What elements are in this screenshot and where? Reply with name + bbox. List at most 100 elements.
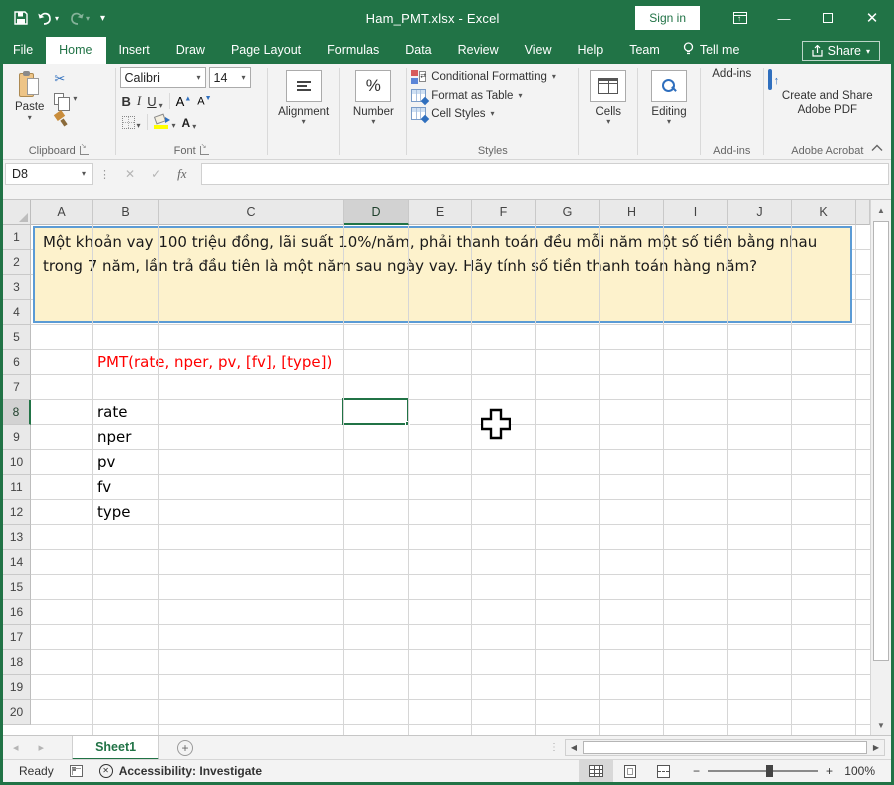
sign-in-button[interactable]: Sign in <box>635 6 700 30</box>
scroll-up-icon[interactable]: ▲ <box>871 200 891 220</box>
alignment-button[interactable] <box>286 70 322 102</box>
editing-dropdown-icon[interactable]: ▾ <box>667 119 671 125</box>
maximize-button[interactable] <box>806 0 850 36</box>
insert-function-button[interactable]: fx <box>169 166 194 182</box>
row-header-13[interactable]: 13 <box>3 525 31 550</box>
horizontal-scrollbar[interactable]: ◀ ▶ <box>565 739 885 756</box>
row-header-5[interactable]: 5 <box>3 325 31 350</box>
column-header-D[interactable]: D <box>344 200 409 225</box>
selected-cell-d8[interactable] <box>342 398 409 425</box>
row-header-11[interactable]: 11 <box>3 475 31 500</box>
font-color-dropdown-icon[interactable]: ▾ <box>192 124 196 130</box>
horizontal-scrollbar-thumb[interactable] <box>583 741 867 754</box>
accessibility-status[interactable]: Accessibility: Investigate <box>99 764 262 778</box>
number-dropdown-icon[interactable]: ▾ <box>371 119 375 125</box>
row-header-10[interactable]: 10 <box>3 450 31 475</box>
row-header-12[interactable]: 12 <box>3 500 31 525</box>
row-header-18[interactable]: 18 <box>3 650 31 675</box>
row-header-15[interactable]: 15 <box>3 575 31 600</box>
row-header-16[interactable]: 16 <box>3 600 31 625</box>
editing-button[interactable] <box>651 70 687 102</box>
scroll-left-icon[interactable]: ◀ <box>566 743 582 752</box>
customize-qat-icon[interactable]: ▾ <box>100 13 105 24</box>
number-format-button[interactable]: % <box>355 70 391 102</box>
scroll-down-icon[interactable]: ▼ <box>871 715 891 735</box>
collapse-ribbon-icon[interactable] <box>871 144 883 155</box>
page-layout-view-button[interactable] <box>613 760 647 782</box>
format-painter-button[interactable] <box>54 111 77 127</box>
enter-button[interactable]: ✓ <box>143 167 169 181</box>
column-header-I[interactable]: I <box>664 200 728 225</box>
ribbon-display-options-button[interactable] <box>718 0 762 36</box>
alignment-dropdown-icon[interactable]: ▾ <box>302 119 306 125</box>
paste-dropdown-icon[interactable]: ▾ <box>28 115 32 121</box>
tab-help[interactable]: Help <box>565 37 617 64</box>
redo-dropdown-icon[interactable]: ▾ <box>86 14 90 23</box>
row-header-2[interactable]: 2 <box>3 250 31 275</box>
cells-area[interactable]: Một khoản vay 100 triệu đồng, lãi suất 1… <box>31 225 870 735</box>
row-header-20[interactable]: 20 <box>3 700 31 725</box>
addins-button[interactable]: Add-ins <box>705 67 759 81</box>
copy-dropdown-icon[interactable]: ▾ <box>73 96 77 102</box>
formula-input[interactable] <box>201 163 889 185</box>
row-header-4[interactable]: 4 <box>3 300 31 325</box>
sheet-tab-sheet1[interactable]: Sheet1 <box>72 736 159 760</box>
row-header-3[interactable]: 3 <box>3 275 31 300</box>
cell-label-type[interactable]: type <box>97 500 131 525</box>
close-button[interactable]: ✕ <box>850 0 894 36</box>
column-header-E[interactable]: E <box>409 200 472 225</box>
cut-button[interactable]: ✂ <box>54 71 77 87</box>
zoom-in-button[interactable]: + <box>826 764 833 778</box>
format-as-table-button[interactable]: Format as Table▾ <box>411 89 574 102</box>
tab-data[interactable]: Data <box>392 37 444 64</box>
increase-font-size-button[interactable]: A▲ <box>176 94 192 109</box>
decrease-font-size-button[interactable]: A▼ <box>197 95 211 108</box>
row-header-1[interactable]: 1 <box>3 225 31 250</box>
font-color-button[interactable]: A▾ <box>182 115 197 130</box>
tab-formulas[interactable]: Formulas <box>314 37 392 64</box>
tab-insert[interactable]: Insert <box>106 37 163 64</box>
tab-team[interactable]: Team <box>616 37 673 64</box>
vertical-scrollbar[interactable]: ▲ ▼ <box>870 200 891 735</box>
clipboard-dialog-launcher-icon[interactable] <box>80 146 89 155</box>
new-sheet-button[interactable]: + <box>177 740 193 756</box>
tell-me-box[interactable]: Tell me <box>673 36 750 64</box>
page-break-view-button[interactable] <box>647 760 681 782</box>
cells-dropdown-icon[interactable]: ▾ <box>606 119 610 125</box>
cell-label-fv[interactable]: fv <box>97 475 111 500</box>
row-header-14[interactable]: 14 <box>3 550 31 575</box>
zoom-slider-thumb[interactable] <box>766 765 773 777</box>
cell-label-rate[interactable]: rate <box>97 400 127 425</box>
share-button[interactable]: Share ▾ <box>802 41 880 61</box>
zoom-slider[interactable] <box>708 770 818 772</box>
next-sheet-icon[interactable]: ▸ <box>29 741 55 754</box>
cell-styles-button[interactable]: Cell Styles▾ <box>411 107 574 120</box>
tab-file[interactable]: File <box>0 37 46 64</box>
italic-button[interactable]: I <box>137 93 141 109</box>
column-header-H[interactable]: H <box>600 200 664 225</box>
tab-draw[interactable]: Draw <box>163 37 218 64</box>
pmt-syntax-cell[interactable]: PMT(rate, nper, pv, [fv], [type]) <box>97 350 332 375</box>
row-header-8[interactable]: 8 <box>3 400 31 425</box>
name-box[interactable]: D8▾ <box>5 163 93 185</box>
column-header-B[interactable]: B <box>93 200 159 225</box>
note-text-box[interactable]: Một khoản vay 100 triệu đồng, lãi suất 1… <box>33 226 852 323</box>
tab-view[interactable]: View <box>512 37 565 64</box>
row-header-7[interactable]: 7 <box>3 375 31 400</box>
zoom-level[interactable]: 100% <box>841 764 879 778</box>
save-icon[interactable] <box>14 11 28 25</box>
undo-button[interactable]: ▾ <box>38 12 59 25</box>
normal-view-button[interactable] <box>579 760 613 782</box>
sheetbar-resize-handle[interactable]: ⋮ <box>543 742 565 753</box>
column-header-A[interactable]: A <box>31 200 93 225</box>
fill-color-dropdown-icon[interactable]: ▾ <box>172 123 176 129</box>
fill-color-button[interactable]: ▾ <box>154 115 176 129</box>
column-header-K[interactable]: K <box>792 200 856 225</box>
cell-label-pv[interactable]: pv <box>97 450 115 475</box>
font-size-select[interactable]: 14▾ <box>209 67 251 88</box>
select-all-corner[interactable] <box>3 200 31 225</box>
name-box-dropdown-icon[interactable]: ▾ <box>82 171 86 177</box>
zoom-out-button[interactable]: − <box>693 764 700 778</box>
previous-sheet-icon[interactable]: ◂ <box>3 741 29 754</box>
formula-bar-resize-handle[interactable]: ⋮ <box>93 168 117 181</box>
